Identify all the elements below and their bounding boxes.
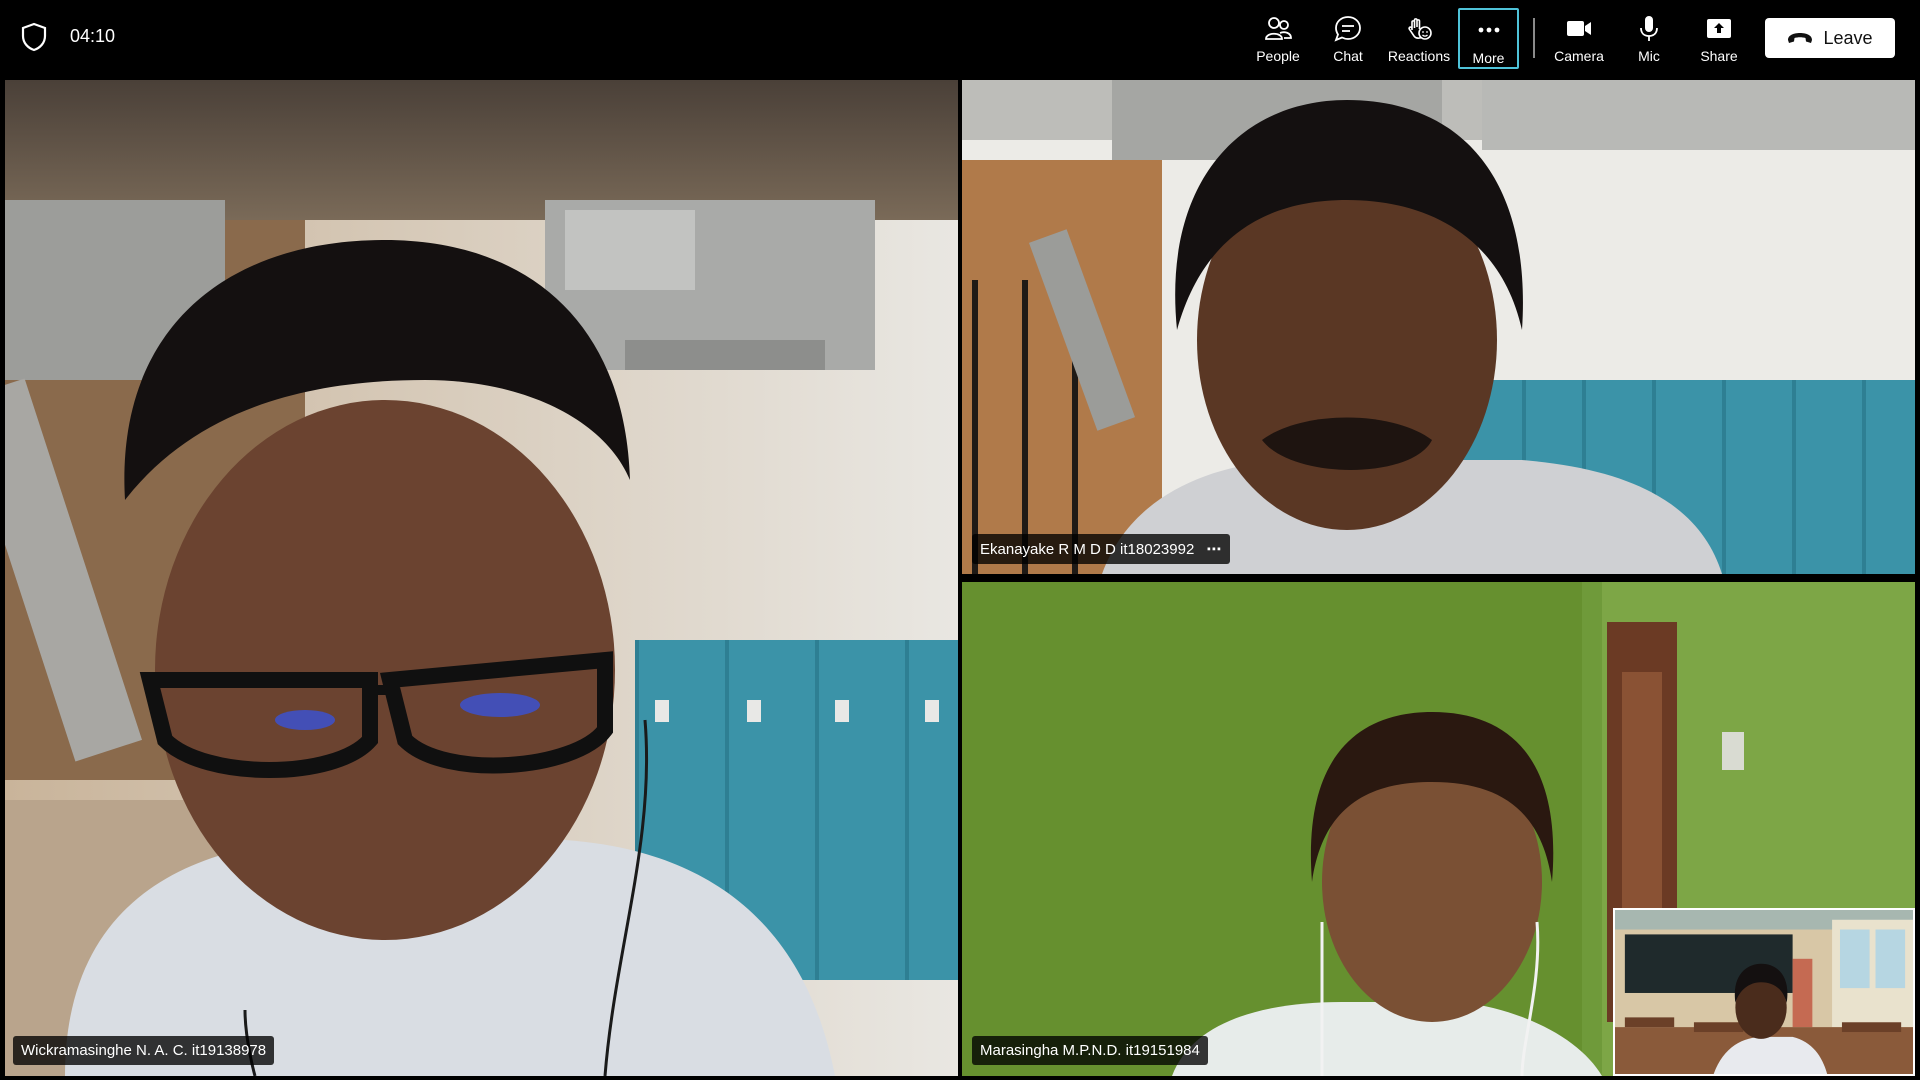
more-label: More xyxy=(1472,50,1505,66)
meeting-toolbar: 04:10 People Chat Reactions More Camera … xyxy=(0,0,1920,78)
camera-button[interactable]: Camera xyxy=(1547,8,1611,68)
people-icon xyxy=(1265,17,1292,40)
toolbar-divider xyxy=(1533,18,1535,58)
mic-button[interactable]: Mic xyxy=(1617,8,1681,68)
participant-name-tag: Marasingha M.P.N.D. it19151984 xyxy=(972,1036,1208,1065)
reactions-label: Reactions xyxy=(1387,48,1451,64)
chat-label: Chat xyxy=(1333,48,1363,64)
mic-label: Mic xyxy=(1638,48,1660,64)
self-view-video[interactable] xyxy=(1613,908,1915,1076)
reactions-icon xyxy=(1408,18,1432,40)
mic-icon xyxy=(1640,16,1658,41)
people-button[interactable]: People xyxy=(1246,8,1310,68)
video-tile-ekanayake[interactable]: Ekanayake R M D D it18023992 ⋯ xyxy=(962,80,1915,574)
chat-button[interactable]: Chat xyxy=(1316,8,1380,68)
participant-video xyxy=(962,80,1915,574)
share-icon xyxy=(1707,19,1731,38)
participant-options-button[interactable]: ⋯ xyxy=(1206,541,1222,558)
participant-name: Marasingha M.P.N.D. it19151984 xyxy=(980,1042,1200,1059)
leave-button[interactable]: Leave xyxy=(1765,18,1895,58)
share-label: Share xyxy=(1700,48,1738,64)
more-icon xyxy=(1478,27,1499,33)
camera-icon xyxy=(1567,21,1591,36)
hangup-icon xyxy=(1788,33,1813,43)
more-button[interactable]: More xyxy=(1458,8,1519,69)
participant-name: Wickramasinghe N. A. C. it19138978 xyxy=(21,1042,267,1059)
reactions-button[interactable]: Reactions xyxy=(1386,8,1452,68)
call-timer: 04:10 xyxy=(70,26,116,46)
video-tile-wickramasinghe[interactable]: Wickramasinghe N. A. C. it19138978 xyxy=(5,80,958,1076)
chat-icon xyxy=(1334,16,1361,42)
self-view-image xyxy=(1615,910,1913,1074)
shield-icon xyxy=(21,22,47,52)
people-label: People xyxy=(1256,48,1300,64)
camera-label: Camera xyxy=(1554,48,1604,64)
participant-name-tag: Wickramasinghe N. A. C. it19138978 xyxy=(13,1036,275,1065)
leave-label: Leave xyxy=(1823,27,1873,48)
participant-name: Ekanayake R M D D it18023992 xyxy=(980,541,1195,558)
share-button[interactable]: Share xyxy=(1687,8,1751,68)
participant-name-tag: Ekanayake R M D D it18023992 ⋯ xyxy=(972,534,1231,564)
participant-video xyxy=(5,80,958,1076)
